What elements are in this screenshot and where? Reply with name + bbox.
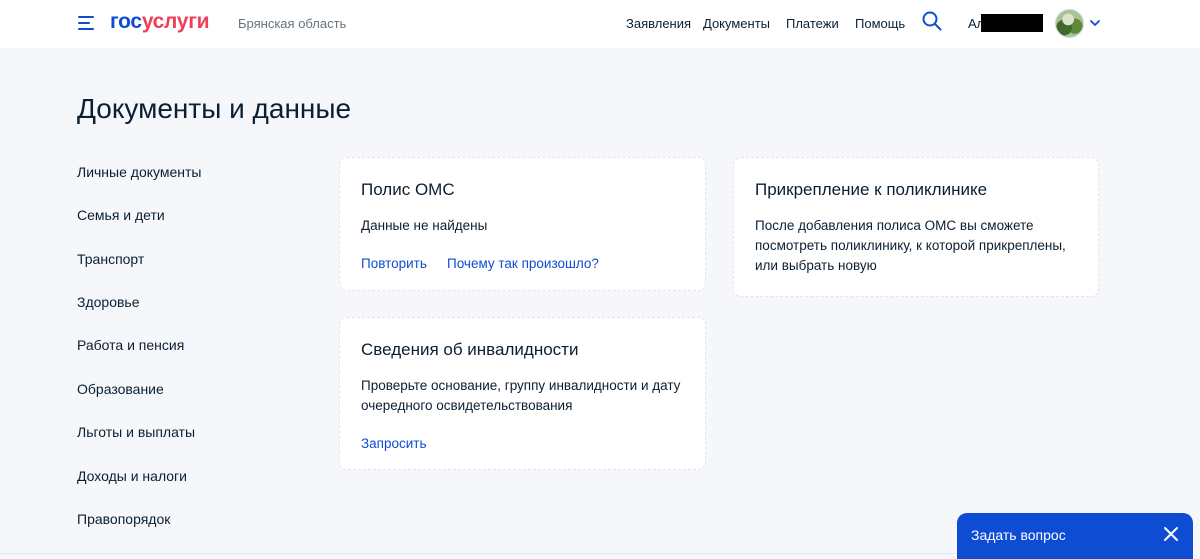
request-link[interactable]: Запросить: [361, 435, 427, 453]
card-text-line: После добавления полиса ОМС вы сможете: [755, 218, 1034, 233]
nav-applications[interactable]: Заявления: [626, 16, 691, 32]
sidebar-item-family[interactable]: Семья и дети: [77, 206, 165, 224]
oms-policy-card: Полис ОМС Данные не найдены Повторить По…: [339, 157, 706, 291]
why-link[interactable]: Почему так произошло?: [447, 255, 599, 273]
redacted-name-block: [981, 14, 1043, 32]
chevron-down-icon[interactable]: [1089, 17, 1101, 29]
sidebar-item-personal-documents[interactable]: Личные документы: [77, 163, 201, 181]
logo-part-uslugi: услуги: [141, 10, 210, 33]
nav-payments[interactable]: Платежи: [786, 16, 839, 32]
retry-link[interactable]: Повторить: [361, 255, 427, 273]
card-text-line: Проверьте основание, группу инвалидности…: [361, 378, 681, 393]
search-icon[interactable]: [922, 11, 942, 31]
sidebar-item-education[interactable]: Образование: [77, 380, 164, 398]
logo-part-gos: гос: [110, 10, 142, 33]
nav-documents[interactable]: Документы: [703, 16, 770, 32]
card-text-line: посмотреть поликлинику, к которой прикре…: [755, 238, 1066, 253]
page-title: Документы и данные: [77, 93, 352, 124]
gosuslugi-logo[interactable]: госуслуги: [110, 10, 210, 34]
nav-help[interactable]: Помощь: [855, 16, 905, 32]
avatar[interactable]: [1055, 9, 1084, 38]
sidebar-item-transport[interactable]: Транспорт: [77, 250, 144, 268]
card-title: Прикрепление к поликлинике: [755, 180, 988, 199]
card-title: Полис ОМС: [361, 180, 455, 199]
disability-card: Сведения об инвалидности Проверьте основ…: [339, 317, 706, 470]
divider: [0, 553, 957, 554]
ask-question-widget[interactable]: Задать вопрос: [957, 513, 1193, 559]
card-title: Сведения об инвалидности: [361, 340, 579, 359]
sidebar-item-work-pension[interactable]: Работа и пенсия: [77, 336, 184, 354]
sidebar-item-income-taxes[interactable]: Доходы и налоги: [77, 467, 187, 485]
burger-menu-icon[interactable]: [78, 15, 96, 31]
clinic-attachment-card[interactable]: Прикрепление к поликлинике После добавле…: [733, 157, 1099, 297]
card-text-line: или выбрать новую: [755, 258, 877, 273]
region-selector[interactable]: Брянская область: [238, 16, 346, 32]
card-text-line: очередного освидетельствования: [361, 398, 573, 413]
sidebar-item-benefits[interactable]: Льготы и выплаты: [77, 423, 195, 441]
close-icon[interactable]: [1162, 525, 1180, 543]
sidebar-item-health[interactable]: Здоровье: [77, 293, 140, 311]
card-status-text: Данные не найдены: [361, 218, 488, 233]
top-header: госуслуги Брянская область Заявления Док…: [0, 0, 1200, 48]
sidebar-item-law[interactable]: Правопорядок: [77, 510, 170, 528]
ask-question-label[interactable]: Задать вопрос: [971, 526, 1066, 544]
